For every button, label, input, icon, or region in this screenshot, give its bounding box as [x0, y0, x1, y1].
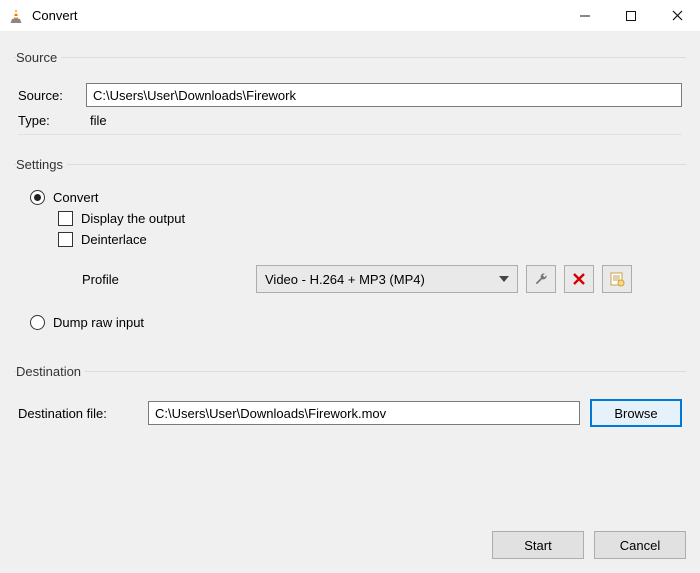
close-icon	[672, 10, 683, 21]
window-title: Convert	[32, 8, 78, 23]
deinterlace-label: Deinterlace	[81, 232, 147, 247]
profile-label: Profile	[46, 272, 256, 287]
radio-icon	[30, 315, 45, 330]
browse-button-label: Browse	[614, 406, 657, 421]
delete-profile-button[interactable]	[564, 265, 594, 293]
destination-legend: Destination	[16, 364, 85, 379]
new-profile-icon	[609, 271, 625, 287]
dump-raw-label: Dump raw input	[53, 315, 144, 330]
convert-radio-label: Convert	[53, 190, 99, 205]
chevron-down-icon	[499, 276, 509, 282]
destination-group: Destination Destination file: Browse	[14, 364, 686, 443]
cancel-button[interactable]: Cancel	[594, 531, 686, 559]
titlebar: Convert	[0, 0, 700, 32]
destination-file-input[interactable]	[148, 401, 580, 425]
checkbox-icon	[58, 211, 73, 226]
display-output-label: Display the output	[81, 211, 185, 226]
maximize-icon	[626, 11, 636, 21]
profile-select[interactable]: Video - H.264 + MP3 (MP4)	[256, 265, 518, 293]
source-label: Source:	[18, 88, 86, 103]
start-button-label: Start	[524, 538, 551, 553]
profile-value: Video - H.264 + MP3 (MP4)	[265, 272, 425, 287]
type-value: file	[90, 113, 107, 128]
delete-x-icon	[572, 272, 586, 286]
source-group: Source Source: Type: file	[14, 50, 686, 143]
dialog-footer: Start Cancel	[0, 519, 700, 573]
close-button[interactable]	[654, 0, 700, 32]
convert-window: Convert Source Source: Type: file	[0, 0, 700, 573]
deinterlace-checkbox[interactable]: Deinterlace	[58, 232, 682, 247]
type-label: Type:	[18, 113, 86, 128]
radio-icon	[30, 190, 45, 205]
display-output-checkbox[interactable]: Display the output	[58, 211, 682, 226]
settings-group: Settings Convert Display the output Dein…	[14, 157, 686, 350]
vlc-icon	[8, 8, 24, 24]
wrench-icon	[533, 271, 549, 287]
new-profile-button[interactable]	[602, 265, 632, 293]
edit-profile-button[interactable]	[526, 265, 556, 293]
source-legend: Source	[16, 50, 61, 65]
start-button[interactable]: Start	[492, 531, 584, 559]
browse-button[interactable]: Browse	[590, 399, 682, 427]
minimize-button[interactable]	[562, 0, 608, 32]
source-input[interactable]	[86, 83, 682, 107]
minimize-icon	[580, 11, 590, 21]
dump-raw-radio[interactable]: Dump raw input	[30, 315, 682, 330]
destination-file-label: Destination file:	[18, 406, 138, 421]
settings-legend: Settings	[16, 157, 67, 172]
checkbox-icon	[58, 232, 73, 247]
maximize-button[interactable]	[608, 0, 654, 32]
convert-radio[interactable]: Convert	[30, 190, 682, 205]
cancel-button-label: Cancel	[620, 538, 660, 553]
